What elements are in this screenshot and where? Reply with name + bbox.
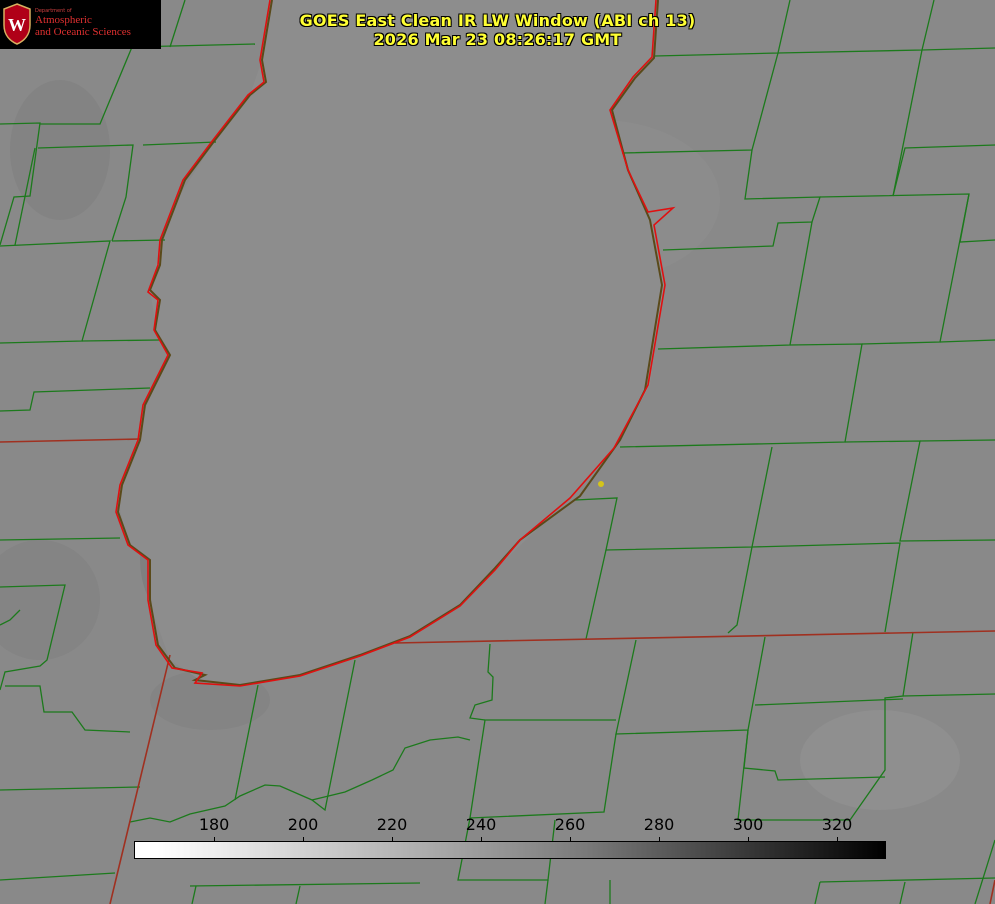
colorbar-tick-label: 320	[821, 815, 853, 834]
colorbar-tick-label: 240	[465, 815, 497, 834]
station-marker	[598, 481, 604, 487]
colorbar-tick-mark	[303, 837, 305, 842]
colorbar-tick-mark	[392, 837, 394, 842]
colorbar-tick-mark	[748, 837, 750, 842]
colorbar-tick-label: 260	[554, 815, 586, 834]
colorbar-tick-mark	[837, 837, 839, 842]
colorbar-tick-mark	[481, 837, 483, 842]
colorbar-tick-mark	[659, 837, 661, 842]
map-canvas	[0, 0, 995, 904]
image-title: GOES East Clean IR LW Window (ABI ch 13)	[299, 11, 696, 30]
colorbar-tick-label: 220	[376, 815, 408, 834]
colorbar-tick-label: 180	[198, 815, 230, 834]
colorbar-gradient	[134, 841, 886, 859]
colorbar-tick-mark	[570, 837, 572, 842]
satellite-image-view: W Department of Atmospheric and Oceanic …	[0, 0, 995, 904]
colorbar-tick-label: 200	[287, 815, 319, 834]
colorbar-tick-mark	[214, 837, 216, 842]
colorbar-tick-label: 280	[643, 815, 675, 834]
image-timestamp: 2026 Mar 23 08:26:17 GMT	[373, 30, 622, 49]
colorbar-tick-label: 300	[732, 815, 764, 834]
